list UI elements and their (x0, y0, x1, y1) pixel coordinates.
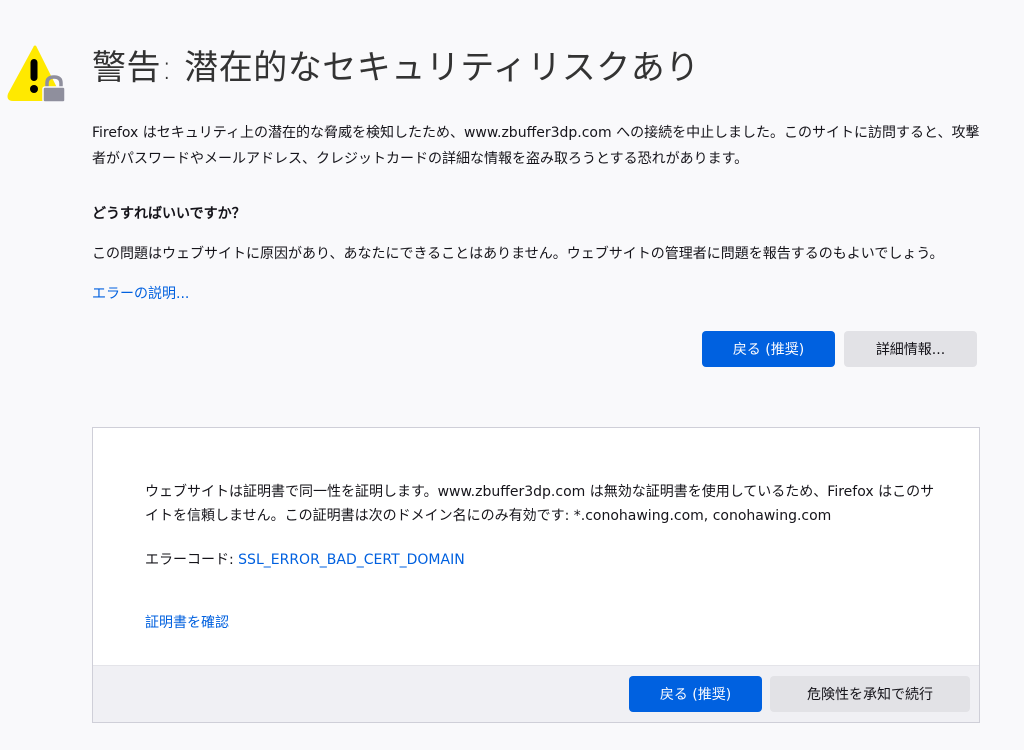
error-code-line: エラーコード: SSL_ERROR_BAD_CERT_DOMAIN (145, 549, 465, 569)
warning-lock-icon (7, 45, 66, 103)
accept-risk-button[interactable]: 危険性を承知で続行 (770, 676, 970, 712)
error-code-label: エラーコード: (145, 552, 239, 568)
learn-more-link[interactable]: エラーの説明... (92, 283, 189, 303)
intro-text: Firefox はセキュリティ上の潜在的な脅威を検知したため、www.zbuff… (92, 125, 980, 167)
go-back-button-bottom[interactable]: 戻る (推奨) (629, 676, 762, 712)
page-title: 警告: 潜在的なセキュリティリスクあり (92, 48, 700, 88)
view-certificate-link[interactable]: 証明書を確認 (145, 612, 229, 632)
what-to-do-text: この問題はウェブサイトに原因があり、あなたにできることはありません。ウェブサイト… (92, 246, 944, 262)
advanced-button-bar: 戻る (推奨) 危険性を承知で続行 (93, 665, 979, 722)
what-to-do-heading: どうすればいいですか？ (92, 206, 246, 222)
advanced-button[interactable]: 詳細情報... (844, 331, 977, 367)
error-code-link[interactable]: SSL_ERROR_BAD_CERT_DOMAIN (238, 552, 465, 568)
advanced-panel: ウェブサイトは証明書で同一性を証明します。www.zbuffer3dp.com … (92, 427, 980, 723)
go-back-button[interactable]: 戻る (推奨) (702, 331, 835, 367)
advanced-description: ウェブサイトは証明書で同一性を証明します。www.zbuffer3dp.com … (145, 484, 935, 524)
